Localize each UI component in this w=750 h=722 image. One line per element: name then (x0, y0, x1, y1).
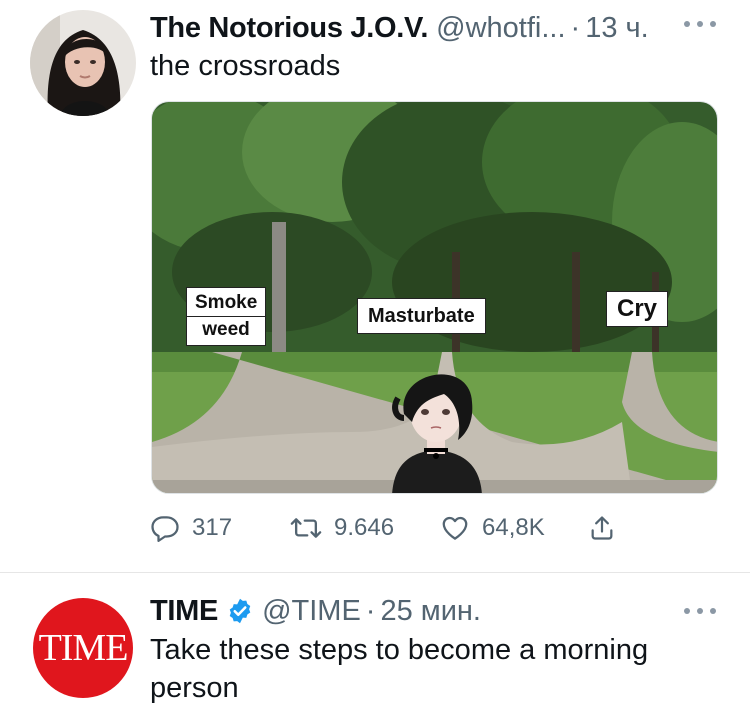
like-icon (440, 513, 470, 543)
more-icon[interactable] (684, 18, 716, 30)
label-smoke-line1: Smoke (195, 292, 258, 313)
retweet-button[interactable]: 9.646 (290, 508, 394, 548)
retweet-icon (290, 513, 322, 543)
author-name[interactable]: The Notorious J.O.V. (150, 12, 428, 45)
tweet-image[interactable]: Smoke weed Masturbate Cry (151, 101, 718, 494)
tweet[interactable]: The Notorious J.O.V. @whotfi... · 13 ч. … (0, 0, 750, 572)
author-handle[interactable]: @TIME (262, 595, 361, 628)
tweet-text: the crossroads (150, 50, 341, 82)
tweet-text: Take these steps to become a morning per… (150, 634, 649, 704)
like-button[interactable]: 64,8K (440, 508, 545, 548)
separator: · (365, 594, 376, 627)
like-count: 64,8K (482, 514, 545, 541)
share-button[interactable] (588, 508, 616, 548)
avatar[interactable] (30, 10, 136, 116)
label-smoke-weed: Smoke weed (186, 287, 266, 346)
label-cry: Cry (606, 291, 669, 327)
reply-button[interactable]: 317 (150, 508, 232, 548)
tweet-actions: 317 9.646 64,8K (150, 508, 620, 548)
separator: · (570, 11, 581, 44)
avatar[interactable]: TIME (33, 598, 133, 698)
author-name[interactable]: TIME (150, 595, 218, 628)
retweet-count: 9.646 (334, 514, 395, 541)
reply-icon (150, 513, 180, 543)
label-smoke-line2: weed (187, 316, 265, 341)
more-icon[interactable] (684, 605, 716, 617)
reply-count: 317 (192, 514, 233, 541)
share-icon (588, 513, 616, 543)
label-masturbate: Masturbate (357, 298, 486, 334)
author-handle[interactable]: @whotfi... (436, 12, 565, 45)
tweet-header: TIME @TIME · 25 мин. (150, 593, 481, 629)
tweet-header: The Notorious J.O.V. @whotfi... · 13 ч. (150, 10, 649, 46)
timestamp[interactable]: 13 ч. (585, 12, 648, 45)
verified-icon (226, 597, 254, 625)
time-logo-text: TIME (38, 627, 129, 669)
tweet[interactable]: TIME TIME @TIME · 25 мин. Take these ste… (0, 573, 750, 722)
timestamp[interactable]: 25 мин. (380, 595, 481, 628)
